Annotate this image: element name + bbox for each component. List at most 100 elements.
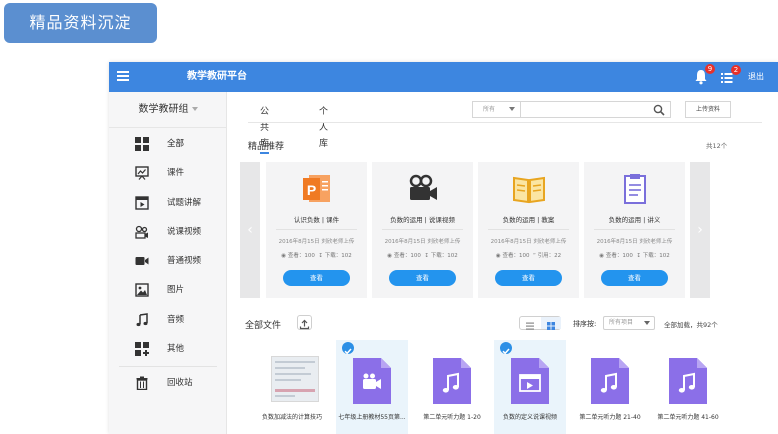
loaded-count: 全部加载，共92个 (664, 321, 718, 329)
quote-icon: “ (532, 253, 536, 259)
file-item[interactable]: 第二单元听力题 21-40 (574, 340, 646, 434)
tab-personal-library[interactable]: 个人库 (319, 104, 328, 152)
tabs-divider (248, 122, 762, 123)
eye-icon: ◉ (599, 253, 605, 259)
apps-icon (135, 342, 149, 357)
card-date: 2016年8月15日 刘欣老师上传 (596, 239, 673, 245)
audio-file-icon (669, 358, 707, 404)
featured-card: 负数的运用 | 教案 2016年8月15日 刘欣老师上传 ◉ 查看：100 “ … (478, 162, 579, 298)
card-date: 2016年8月15日 刘欣老师上传 (490, 239, 567, 245)
sidebar-item-lecture-video[interactable]: 说课视频 (109, 218, 227, 247)
sidebar-item-audio[interactable]: 音频 (109, 306, 227, 335)
logout-link[interactable]: 退出 (748, 62, 764, 92)
search-filter-value: 所有 (483, 106, 496, 113)
camera-icon (135, 257, 149, 266)
sidebar-nav: 全部 课件 试题讲解 说课视频 普通视频 图片 音频 其他 回收站 (109, 130, 227, 399)
audio-file-icon (433, 358, 471, 404)
check-icon[interactable] (342, 342, 354, 355)
group-name: 数学教研组 (138, 104, 189, 115)
menu-icon[interactable] (117, 71, 129, 83)
card-views: 查看：100 (502, 253, 530, 259)
file-name: 第二单元听力题 41-60 (657, 414, 719, 421)
sidebar-item-trash[interactable]: 回收站 (109, 369, 227, 398)
card-name: 负数的运用 | 教案 (502, 216, 555, 224)
view-toggle (519, 316, 561, 330)
download-icon: ↧ (424, 253, 429, 259)
carousel-prev-button[interactable]: ‹ (240, 162, 260, 298)
card-stats: ◉ 查看：100 ↧ 下载：102 (266, 251, 367, 259)
view-button[interactable]: 查看 (495, 270, 562, 286)
search-icon[interactable] (653, 104, 665, 116)
video-file-icon (135, 195, 149, 210)
eye-icon: ◉ (387, 253, 393, 259)
sort-value: 所有项目 (609, 319, 634, 326)
chevron-down-icon (509, 107, 515, 111)
grid-view-button[interactable] (541, 317, 561, 330)
file-item[interactable]: 第二单元听力题 41-60 (652, 340, 724, 434)
featured-card: 负数的运用 | 讲义 2016年8月15日 刘欣老师上传 ◉ 查看：100 ↧ … (584, 162, 685, 298)
sort-select[interactable]: 所有项目 (603, 316, 655, 330)
eye-icon: ◉ (281, 253, 287, 259)
image-icon (135, 283, 149, 298)
sidebar-item-label: 其他 (167, 344, 185, 355)
card-name: 负数的运用 | 说课视频 (390, 216, 455, 224)
audio-file-icon (591, 358, 629, 404)
page: 精品资料沉淀 教学教研平台 9 2 退出 数学教研组 全部 课件 试题讲解 说课… (0, 0, 778, 434)
featured-count: 共12个 (706, 142, 728, 150)
sidebar-item-other[interactable]: 其他 (109, 335, 227, 364)
sidebar-item-label: 普通视频 (167, 256, 202, 267)
file-item[interactable]: 七年级上册教材55页第... (336, 340, 408, 434)
sidebar-divider (119, 366, 217, 368)
card-name: 负数的运用 | 讲义 (608, 216, 661, 224)
card-name: 认识负数 | 课件 (293, 216, 340, 224)
file-item[interactable]: 负数加减法的计算技巧 (256, 340, 328, 434)
card-date: 2016年8月15日 刘欣老师上传 (278, 239, 355, 245)
card-downloads: 下载：102 (430, 253, 458, 259)
files-title: 全部文件 (245, 321, 282, 331)
card-stats: ◉ 查看：100 ↧ 下载：102 (584, 251, 685, 259)
task-badge: 2 (731, 65, 741, 75)
sidebar-item-all[interactable]: 全部 (109, 130, 227, 159)
trash-icon (136, 376, 148, 391)
carousel-next-button[interactable]: › (690, 162, 710, 298)
view-button[interactable]: 查看 (601, 270, 668, 286)
file-name: 负数加减法的计算技巧 (261, 414, 322, 421)
search-bar: 所有 (472, 101, 671, 118)
view-button[interactable]: 查看 (283, 270, 350, 286)
video-camera-icon (409, 174, 437, 200)
view-button[interactable]: 查看 (389, 270, 456, 286)
video-play-file-icon (511, 358, 549, 404)
list-view-button[interactable] (520, 317, 540, 330)
sidebar-item-exam-explain[interactable]: 试题讲解 (109, 189, 227, 218)
upload-button[interactable]: 上传资料 (685, 101, 731, 118)
clipboard-icon (624, 174, 646, 204)
presentation-icon (135, 166, 149, 181)
eye-icon: ◉ (495, 253, 501, 259)
sort-label: 排序按: (573, 320, 597, 328)
file-item[interactable]: 负数的定义说课视频 (494, 340, 566, 434)
sidebar-item-normal-video[interactable]: 普通视频 (109, 247, 227, 276)
sidebar-item-images[interactable]: 图片 (109, 276, 227, 305)
app-window: 教学教研平台 9 2 退出 数学教研组 全部 课件 试题讲解 说课视频 普通视频… (109, 62, 778, 434)
sidebar-item-label: 试题讲解 (167, 197, 202, 208)
sidebar-item-label: 课件 (167, 168, 185, 179)
card-divider (594, 229, 675, 230)
sidebar-item-courseware[interactable]: 课件 (109, 159, 227, 188)
sidebar: 数学教研组 全部 课件 试题讲解 说课视频 普通视频 图片 音频 其他 回收站 (109, 92, 227, 434)
card-stats: ◉ 查看：100 ↧ 下载：102 (372, 251, 473, 259)
group-selector[interactable]: 数学教研组 (109, 92, 227, 128)
search-filter-select[interactable]: 所有 (473, 102, 521, 117)
card-downloads: 下载：102 (324, 253, 352, 259)
card-views: 查看：100 (605, 253, 633, 259)
task-list-icon[interactable]: 2 (720, 65, 741, 84)
card-stats: ◉ 查看：100 “ 引用：22 (478, 251, 579, 259)
file-name: 负数的定义说课视频 (502, 414, 557, 421)
file-name: 七年级上册教材55页第... (338, 414, 406, 421)
bell-icon[interactable]: 9 (694, 64, 715, 85)
grid-icon (135, 137, 149, 151)
upload-file-icon[interactable] (297, 315, 312, 330)
check-icon[interactable] (500, 342, 512, 355)
file-item[interactable]: 第二单元听力题 1-20 (416, 340, 488, 434)
file-name: 第二单元听力题 21-40 (579, 414, 641, 421)
featured-card: 负数的运用 | 说课视频 2016年8月15日 刘欣老师上传 ◉ 查看：100 … (372, 162, 473, 298)
